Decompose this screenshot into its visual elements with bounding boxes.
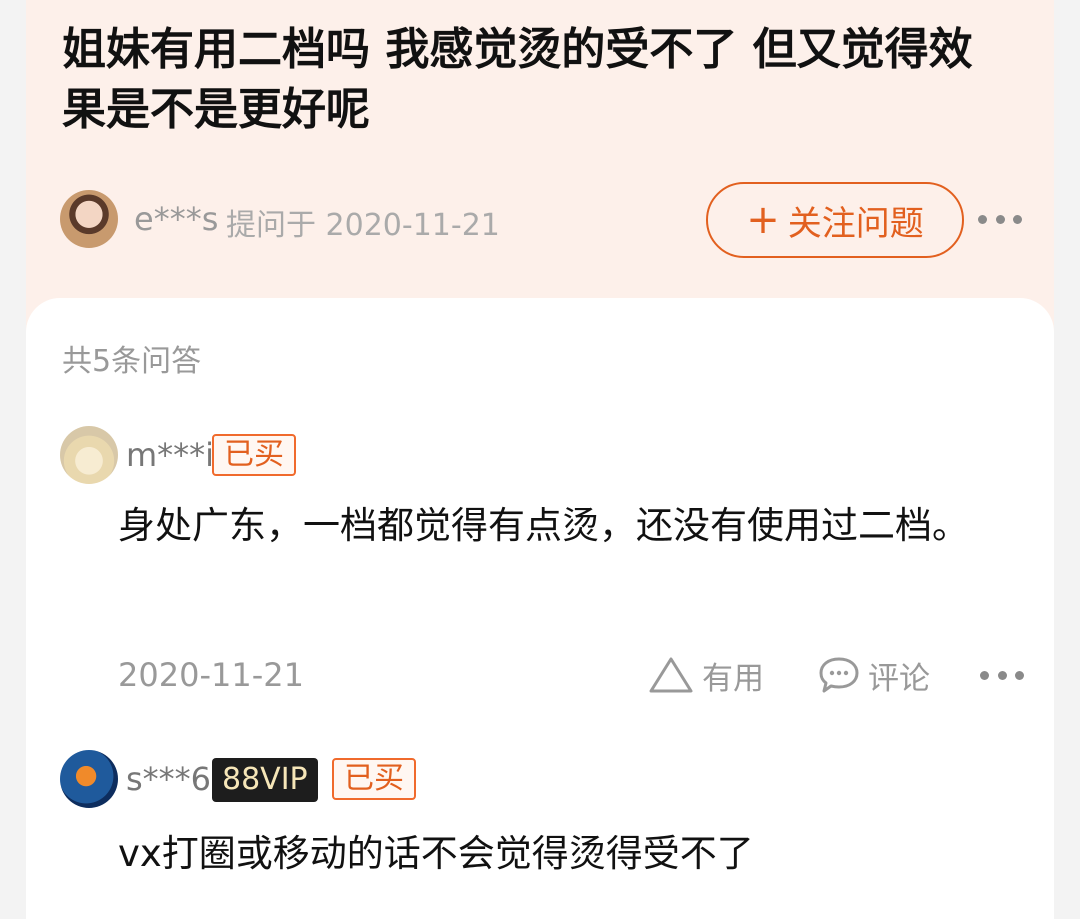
answer-item: m***i 已买 身处广东，一档都觉得有点烫，还没有使用过二档。 2020-11… (60, 426, 1040, 706)
useful-triangle-icon (649, 657, 693, 693)
question-more-icon[interactable] (978, 212, 1022, 226)
asked-time: 提问于 2020-11-21 (226, 208, 500, 243)
asker-row: e***s 提问于 2020-11-21 + 关注问题 (60, 182, 1040, 258)
answer-count: 共5条问答 (62, 344, 202, 379)
answer-user-name[interactable]: s***6 (126, 760, 211, 798)
follow-question-label: 关注问题 (787, 203, 924, 244)
question-title: 姐妹有用二档吗 我感觉烫的受不了 但又觉得效果是不是更好呢 (62, 24, 973, 135)
answer-date: 2020-11-21 (118, 656, 304, 694)
vip-badge: 88VIP (212, 758, 318, 802)
comment-button[interactable]: 评论 (818, 652, 930, 698)
bought-badge: 已买 (212, 434, 296, 476)
answer-text: vx打圈或移动的话不会觉得烫得受不了 (118, 832, 754, 875)
follow-question-button[interactable]: + 关注问题 (706, 182, 964, 258)
asker-name[interactable]: e***s (134, 200, 218, 238)
comment-label: 评论 (868, 660, 930, 697)
answer-meta: 2020-11-21 有用 评论 (118, 650, 1028, 700)
answer-avatar[interactable] (60, 750, 118, 808)
answer-user-name[interactable]: m***i (126, 436, 214, 474)
asker-avatar[interactable] (60, 190, 118, 248)
comment-bubble-icon (819, 657, 859, 693)
answer-avatar[interactable] (60, 426, 118, 484)
question-card: 姐妹有用二档吗 我感觉烫的受不了 但又觉得效果是不是更好呢 e***s 提问于 … (26, 0, 1054, 340)
answer-text: 身处广东，一档都觉得有点烫，还没有使用过二档。 (118, 504, 969, 547)
useful-label: 有用 (702, 660, 764, 697)
useful-button[interactable]: 有用 (648, 652, 764, 698)
plus-icon: + (746, 197, 780, 243)
answers-card: 共5条问答 m***i 已买 身处广东，一档都觉得有点烫，还没有使用过二档。 2… (26, 298, 1054, 919)
answer-more-icon[interactable] (980, 668, 1024, 682)
bought-badge: 已买 (332, 758, 416, 800)
answer-item: s***6 88VIP 已买 vx打圈或移动的话不会觉得烫得受不了 (60, 750, 1040, 910)
